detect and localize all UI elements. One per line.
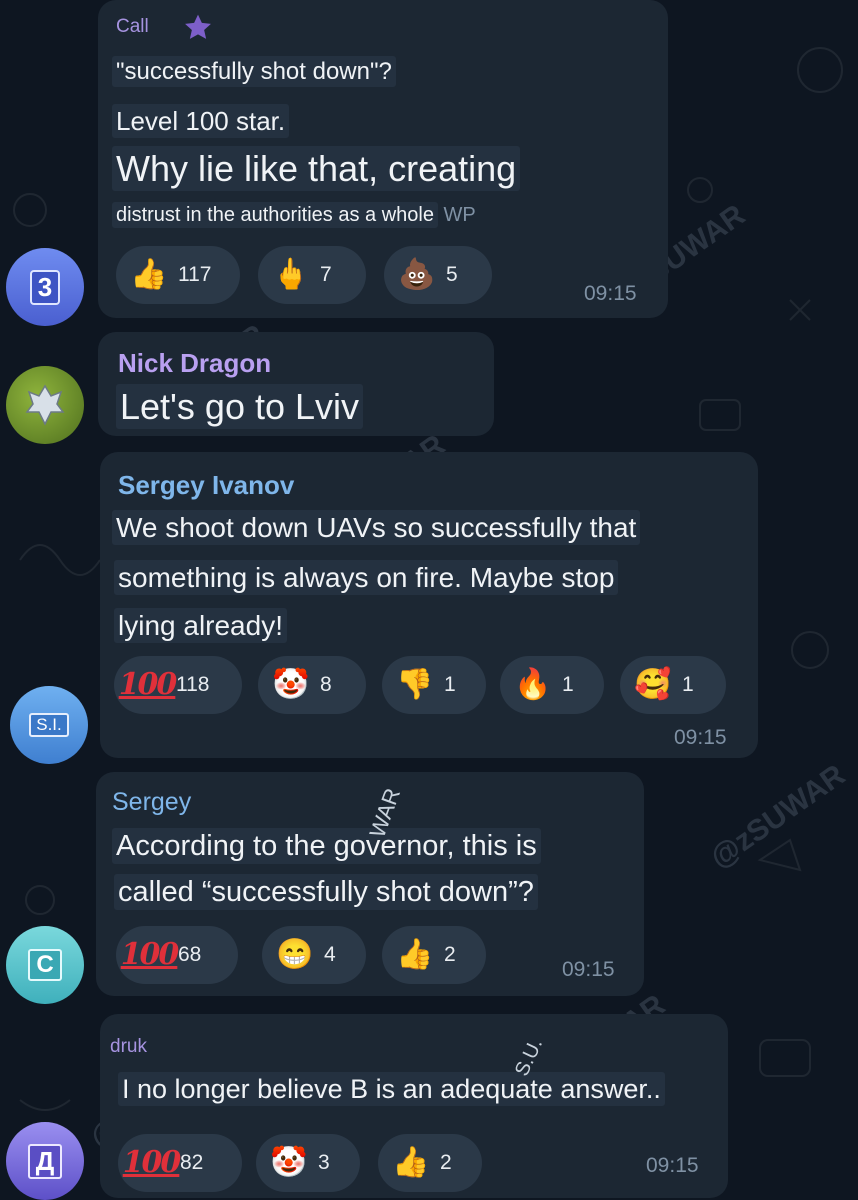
poop-icon: 💩	[398, 258, 436, 291]
reaction-count: 1	[562, 673, 574, 696]
reaction-count: 8	[320, 673, 332, 696]
smiling-hearts-icon: 🥰	[634, 668, 672, 701]
sender-name: Nick Dragon	[118, 348, 272, 378]
message-time: 09:15	[674, 726, 727, 749]
thumbs-down-icon: 👎	[396, 668, 434, 701]
hundred-points-icon: 100	[118, 667, 178, 702]
sender-name: Sergey	[112, 788, 192, 816]
watermark: @zSUWAR	[704, 758, 851, 875]
sender-name: Sergey Ivanov	[118, 470, 295, 500]
avatar-initials: 3	[29, 269, 61, 305]
avatar-initials: Д	[27, 1143, 63, 1179]
message-time: 09:15	[584, 282, 637, 305]
reaction-thumbs-down[interactable]: 👎 1	[382, 656, 486, 714]
avatar[interactable]	[6, 366, 84, 444]
reaction-heart-face[interactable]: 🥰 1	[620, 656, 726, 714]
reaction-count: 3	[318, 1151, 330, 1174]
reaction-middle-finger[interactable]: 🖕 7	[258, 246, 366, 304]
message-text: Level 100 star.	[112, 104, 290, 138]
fire-icon: 🔥	[514, 668, 552, 701]
reaction-poop[interactable]: 💩 5	[384, 246, 492, 304]
message-bubble[interactable]: Sergey According to the governor, this i…	[96, 772, 644, 996]
message-text: I no longer believe B is an adequate ans…	[118, 1072, 665, 1106]
sender-name: druk	[110, 1036, 147, 1057]
reaction-hundred[interactable]: 100 82	[118, 1134, 242, 1192]
thumbs-up-icon: 👍	[392, 1146, 430, 1179]
reaction-count: 7	[320, 263, 332, 286]
sender-name: Call	[116, 16, 149, 37]
suffix-label: WP	[443, 204, 476, 226]
message-text: Let's go to Lviv	[116, 384, 364, 429]
reaction-count: 117	[178, 263, 212, 286]
message-time: 09:15	[646, 1154, 699, 1177]
avatar-initials: S.I.	[29, 713, 69, 737]
reaction-clown[interactable]: 🤡 8	[258, 656, 366, 714]
message-bubble[interactable]: Sergey Ivanov We shoot down UAVs so succ…	[100, 452, 758, 758]
message-text: something is always on fire. Maybe stop	[114, 560, 619, 595]
message-bubble[interactable]: Nick Dragon Let's go to Lviv	[98, 332, 494, 436]
clown-icon: 🤡	[270, 1146, 308, 1179]
star-icon	[185, 14, 211, 39]
reaction-grin[interactable]: 😁 4	[262, 926, 366, 984]
message-bubble[interactable]: Call "successfully shot down"? Level 100…	[98, 0, 668, 318]
message-text: "successfully shot down"?	[112, 56, 396, 87]
thumbs-up-icon: 👍	[130, 258, 168, 291]
message-text: We shoot down UAVs so successfully that	[112, 510, 641, 545]
reaction-count: 1	[444, 673, 456, 696]
reaction-count: 1	[682, 673, 694, 696]
reaction-count: 68	[178, 943, 202, 966]
reaction-count: 5	[446, 263, 458, 286]
reaction-count: 2	[444, 943, 456, 966]
avatar[interactable]: C	[6, 926, 84, 1004]
avatar[interactable]: S.I.	[10, 686, 88, 764]
clown-icon: 🤡	[272, 668, 310, 701]
thumbs-up-icon: 👍	[396, 938, 434, 971]
reaction-fire[interactable]: 🔥 1	[500, 656, 604, 714]
message-bubble[interactable]: druk I no longer believe B is an adequat…	[100, 1014, 728, 1198]
hundred-points-icon: 100	[122, 1145, 182, 1180]
message-text: lying already!	[114, 608, 287, 643]
reaction-count: 82	[180, 1151, 204, 1174]
middle-finger-icon: 🖕	[272, 258, 310, 291]
avatar-initials: C	[28, 949, 62, 981]
grinning-icon: 😁	[276, 938, 314, 971]
reaction-count: 4	[324, 943, 336, 966]
reaction-clown[interactable]: 🤡 3	[256, 1134, 360, 1192]
avatar[interactable]: Д	[6, 1122, 84, 1200]
reaction-hundred[interactable]: 100 118	[114, 656, 242, 714]
message-text: distrust in the authorities as a whole	[112, 202, 438, 228]
reaction-hundred[interactable]: 100 68	[116, 926, 238, 984]
reaction-count: 118	[176, 673, 210, 696]
reaction-thumbs-up[interactable]: 👍 2	[382, 926, 486, 984]
hundred-points-icon: 100	[120, 937, 180, 972]
reaction-thumbs-up[interactable]: 👍 117	[116, 246, 240, 304]
message-text: According to the governor, this is	[112, 828, 541, 864]
message-text: called “successfully shot down”?	[114, 874, 538, 910]
avatar[interactable]: 3	[6, 248, 84, 326]
reaction-thumbs-up[interactable]: 👍 2	[378, 1134, 482, 1192]
message-time: 09:15	[562, 958, 615, 981]
dragon-icon	[25, 384, 65, 426]
message-text: Why lie like that, creating	[112, 146, 521, 191]
reaction-count: 2	[440, 1151, 452, 1174]
